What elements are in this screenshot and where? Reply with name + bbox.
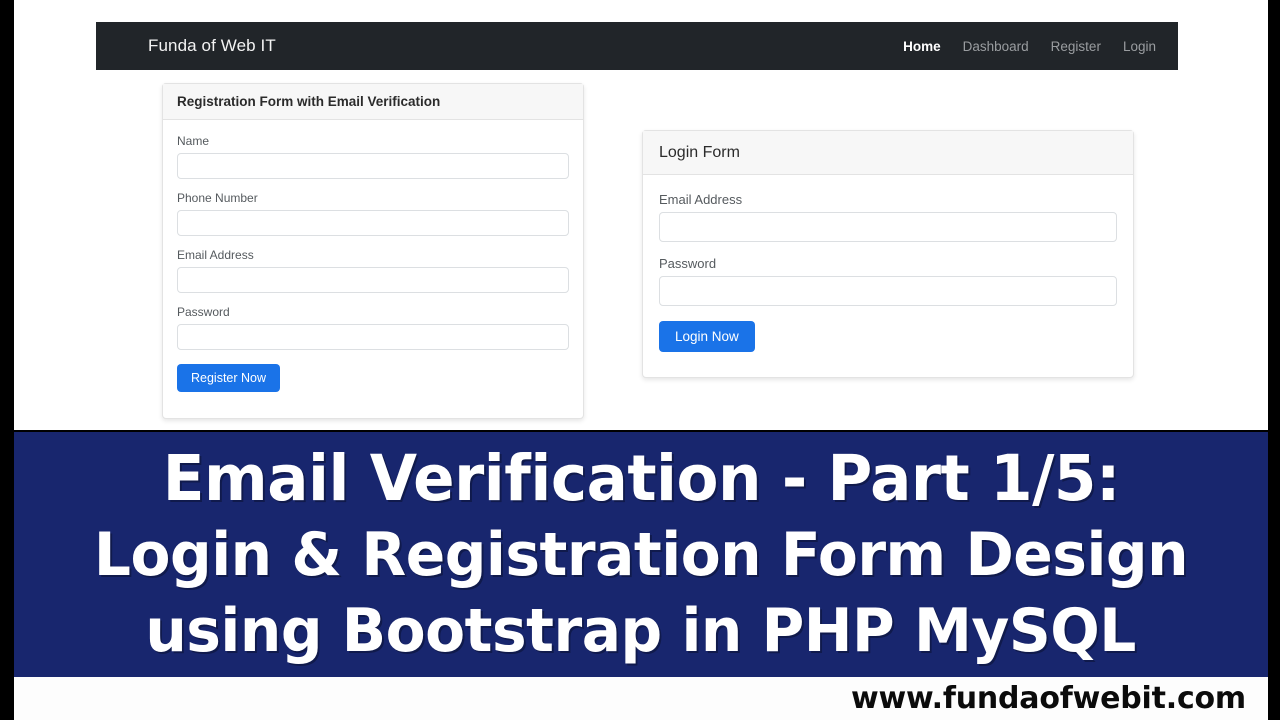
login-field-email: Email Address (659, 192, 1117, 242)
registration-field-password: Password (177, 305, 569, 350)
banner-title-line-3: using Bootstrap in PHP MySQL (145, 595, 1137, 666)
login-card-header: Login Form (643, 131, 1133, 175)
login-now-button[interactable]: Login Now (659, 321, 755, 352)
nav-link-dashboard[interactable]: Dashboard (963, 39, 1029, 54)
footer-website-url: www.fundaofwebit.com (851, 681, 1246, 716)
video-title-banner: Email Verification - Part 1/5: Login & R… (14, 432, 1268, 677)
nav-link-login[interactable]: Login (1123, 39, 1156, 54)
login-card-title: Login Form (659, 143, 740, 161)
registration-field-email: Email Address (177, 248, 569, 293)
registration-name-input[interactable] (177, 153, 569, 179)
registration-email-input[interactable] (177, 267, 569, 293)
login-field-password: Password (659, 256, 1117, 306)
registration-name-label: Name (177, 134, 210, 148)
registration-card-body: Name Phone Number Email Address Password… (163, 120, 583, 392)
footer-bar: www.fundaofwebit.com (14, 677, 1268, 720)
registration-field-name: Name (177, 134, 569, 179)
registration-phone-label: Phone Number (177, 191, 258, 205)
login-card-body: Email Address Password Login Now (643, 175, 1133, 352)
browser-page: Funda of Web IT Home Dashboard Register … (14, 0, 1268, 430)
login-password-input[interactable] (659, 276, 1117, 306)
navbar: Funda of Web IT Home Dashboard Register … (96, 22, 1178, 70)
nav-link-register[interactable]: Register (1051, 39, 1101, 54)
login-password-label: Password (659, 256, 717, 271)
nav-link-home[interactable]: Home (903, 39, 941, 54)
navbar-brand[interactable]: Funda of Web IT (148, 36, 276, 56)
registration-password-label: Password (177, 305, 230, 319)
navbar-links: Home Dashboard Register Login (903, 39, 1156, 54)
register-now-button[interactable]: Register Now (177, 364, 281, 392)
registration-card-header: Registration Form with Email Verificatio… (163, 84, 583, 120)
registration-password-input[interactable] (177, 324, 569, 350)
registration-email-label: Email Address (177, 248, 254, 262)
registration-form-card: Registration Form with Email Verificatio… (162, 83, 584, 419)
registration-field-phone: Phone Number (177, 191, 569, 236)
screen-root: Funda of Web IT Home Dashboard Register … (0, 0, 1280, 720)
login-form-card: Login Form Email Address Password Login … (642, 130, 1134, 378)
banner-title-line-2: Login & Registration Form Design (93, 519, 1189, 590)
registration-card-title: Registration Form with Email Verificatio… (177, 94, 441, 109)
banner-title-line-1: Email Verification - Part 1/5: (162, 441, 1120, 515)
registration-phone-input[interactable] (177, 210, 569, 236)
login-email-label: Email Address (659, 192, 743, 207)
login-email-input[interactable] (659, 212, 1117, 242)
